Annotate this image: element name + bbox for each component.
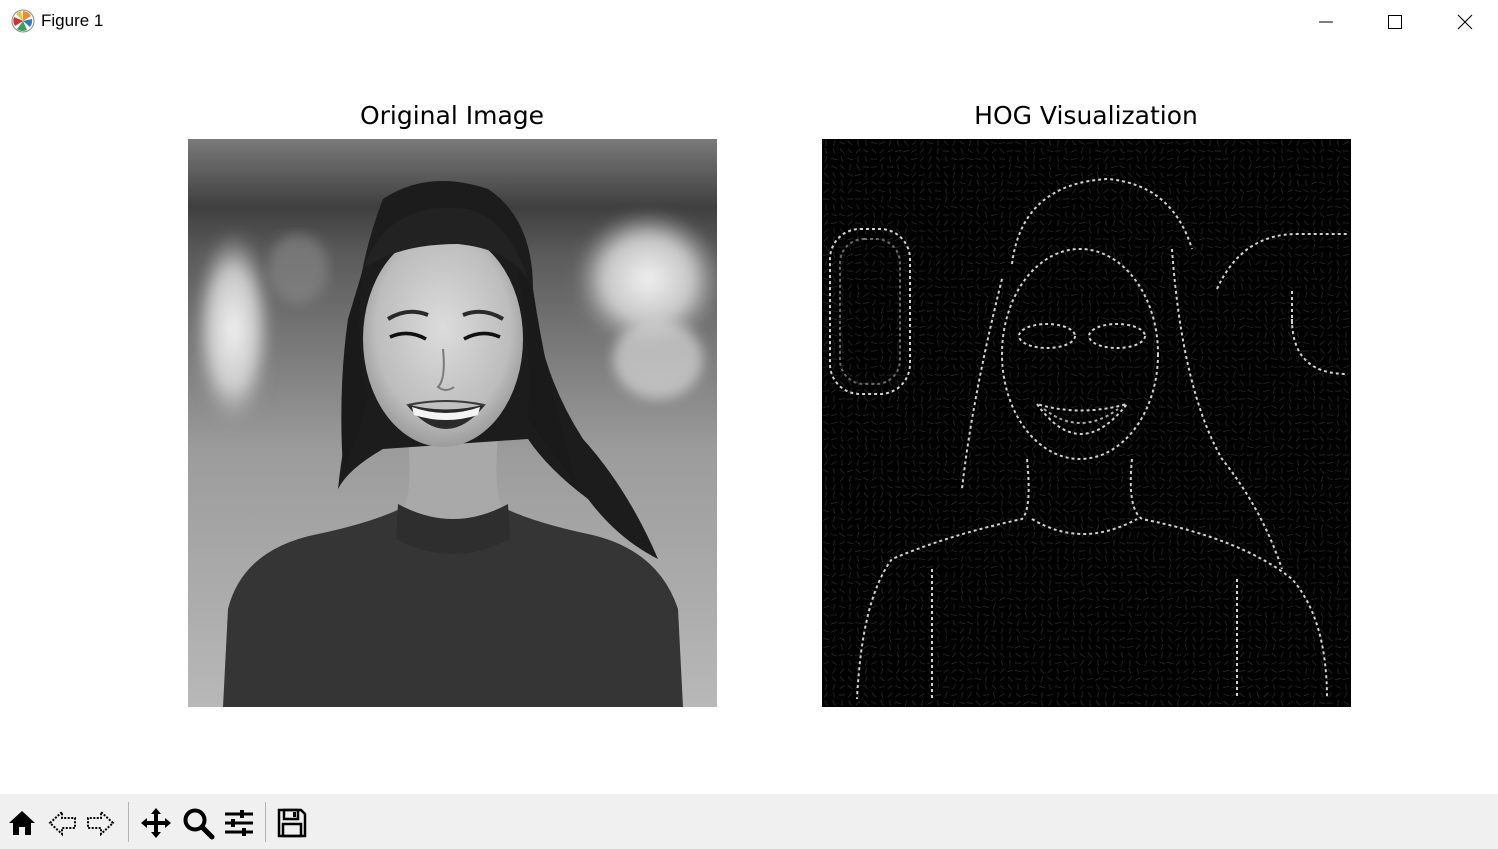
toolbar-separator [265,802,266,842]
figure-canvas[interactable]: Original Image HOG Visualization [0,44,1498,794]
subplot-title-original: Original Image [359,101,545,130]
minimize-icon [1319,21,1333,23]
maximize-icon [1388,15,1402,29]
back-button[interactable] [43,804,81,842]
home-button[interactable] [3,804,41,842]
zoom-magnifier-icon [183,808,215,840]
save-disk-icon [277,808,307,838]
hog-visualization [822,139,1351,707]
minimize-button[interactable] [1291,0,1361,44]
forward-button[interactable] [82,804,120,842]
forward-arrow-icon [87,809,115,837]
pan-move-icon [141,808,171,838]
maximize-button[interactable] [1360,0,1430,44]
configure-subplots-icon [225,810,253,836]
pan-button[interactable] [137,804,175,842]
close-button[interactable] [1430,0,1498,44]
back-arrow-icon [48,809,76,837]
subplot-title-hog: HOG Visualization [974,101,1198,130]
close-icon [1457,14,1473,30]
zoom-button[interactable] [179,804,217,842]
navigation-toolbar [0,794,1498,849]
toolbar-separator [128,802,129,842]
original-image [188,139,717,707]
save-button[interactable] [273,804,311,842]
configure-subplots-button[interactable] [220,804,258,842]
window-title: Figure 1 [41,11,104,30]
matplotlib-icon [11,9,35,33]
window-titlebar: Figure 1 [0,0,1498,44]
home-icon [9,811,35,835]
